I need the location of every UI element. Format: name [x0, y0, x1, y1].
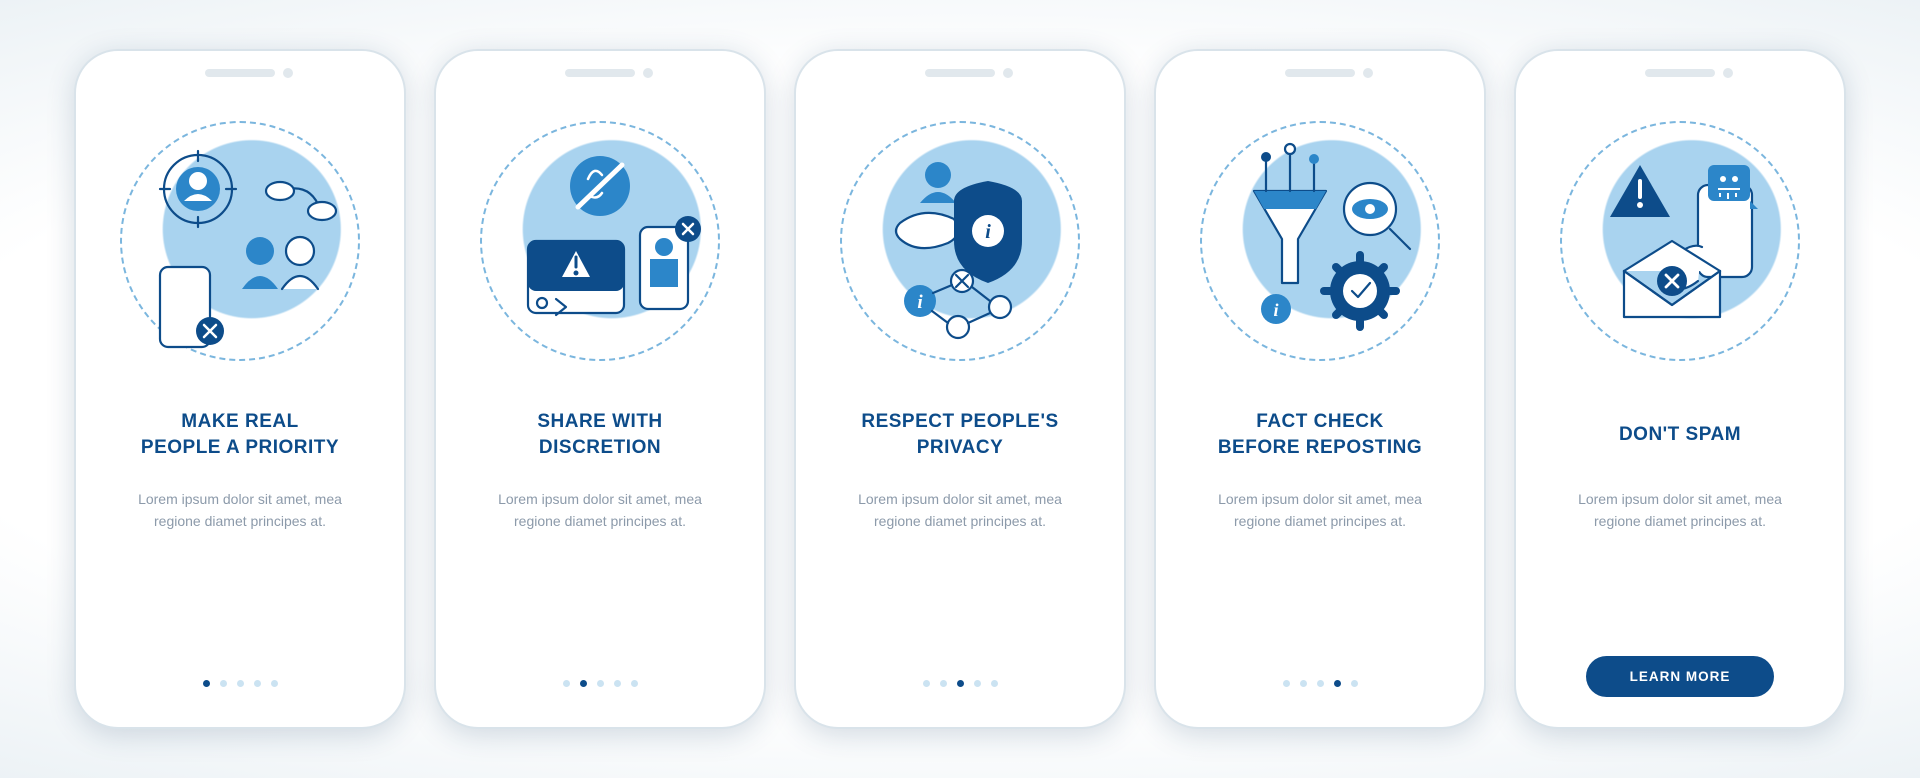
dot[interactable] [597, 680, 604, 687]
phone-notch [205, 69, 275, 77]
page-indicator [563, 680, 638, 687]
fact-check-icon: i [1200, 121, 1440, 361]
real-people-icon [120, 121, 360, 361]
privacy-icon: i i [840, 121, 1080, 361]
dot[interactable] [563, 680, 570, 687]
screen-description: Lorem ipsum dolor sit amet, mea regione … [475, 489, 725, 532]
dot[interactable] [1300, 680, 1307, 687]
phone-notch [925, 69, 995, 77]
dot[interactable] [1334, 680, 1341, 687]
dot[interactable] [1351, 680, 1358, 687]
dot[interactable] [991, 680, 998, 687]
screen-title: SHARE WITH DISCRETION [537, 409, 662, 461]
svg-text:i: i [1273, 300, 1278, 320]
svg-text:i: i [917, 292, 923, 313]
dot[interactable] [271, 680, 278, 687]
dot[interactable] [203, 680, 210, 687]
phone-notch [565, 69, 635, 77]
onboarding-screen-4: i FACT CHECK BEFORE REPOSTING Lorem ipsu… [1154, 49, 1486, 729]
dot[interactable] [580, 680, 587, 687]
dot[interactable] [220, 680, 227, 687]
page-indicator [923, 680, 998, 687]
screen-title: RESPECT PEOPLE'S PRIVACY [861, 409, 1058, 461]
phone-notch [1285, 69, 1355, 77]
page-indicator [1283, 680, 1358, 687]
dot[interactable] [614, 680, 621, 687]
screen-title: FACT CHECK BEFORE REPOSTING [1218, 409, 1422, 461]
screen-description: Lorem ipsum dolor sit amet, mea regione … [835, 489, 1085, 532]
dot[interactable] [940, 680, 947, 687]
dot[interactable] [1283, 680, 1290, 687]
discretion-icon [480, 121, 720, 361]
svg-text:i: i [985, 221, 991, 243]
onboarding-screen-5: DON'T SPAM Lorem ipsum dolor sit amet, m… [1514, 49, 1846, 729]
dot[interactable] [254, 680, 261, 687]
dot[interactable] [957, 680, 964, 687]
dot[interactable] [1317, 680, 1324, 687]
spam-icon [1560, 121, 1800, 361]
screen-description: Lorem ipsum dolor sit amet, mea regione … [1195, 489, 1445, 532]
phone-notch [1645, 69, 1715, 77]
dot[interactable] [974, 680, 981, 687]
page-indicator [203, 680, 278, 687]
screen-description: Lorem ipsum dolor sit amet, mea regione … [1555, 489, 1805, 532]
dot[interactable] [631, 680, 638, 687]
onboarding-screen-2: SHARE WITH DISCRETION Lorem ipsum dolor … [434, 49, 766, 729]
screen-title: MAKE REAL PEOPLE A PRIORITY [141, 409, 339, 461]
onboarding-screen-3: i i RESPECT PEOPLE'S PRIVACY Lorem ipsum… [794, 49, 1126, 729]
onboarding-screen-1: MAKE REAL PEOPLE A PRIORITY Lorem ipsum … [74, 49, 406, 729]
screen-description: Lorem ipsum dolor sit amet, mea regione … [115, 489, 365, 532]
learn-more-button[interactable]: LEARN MORE [1586, 656, 1775, 697]
dot[interactable] [237, 680, 244, 687]
screen-title: DON'T SPAM [1619, 409, 1741, 461]
dot[interactable] [923, 680, 930, 687]
